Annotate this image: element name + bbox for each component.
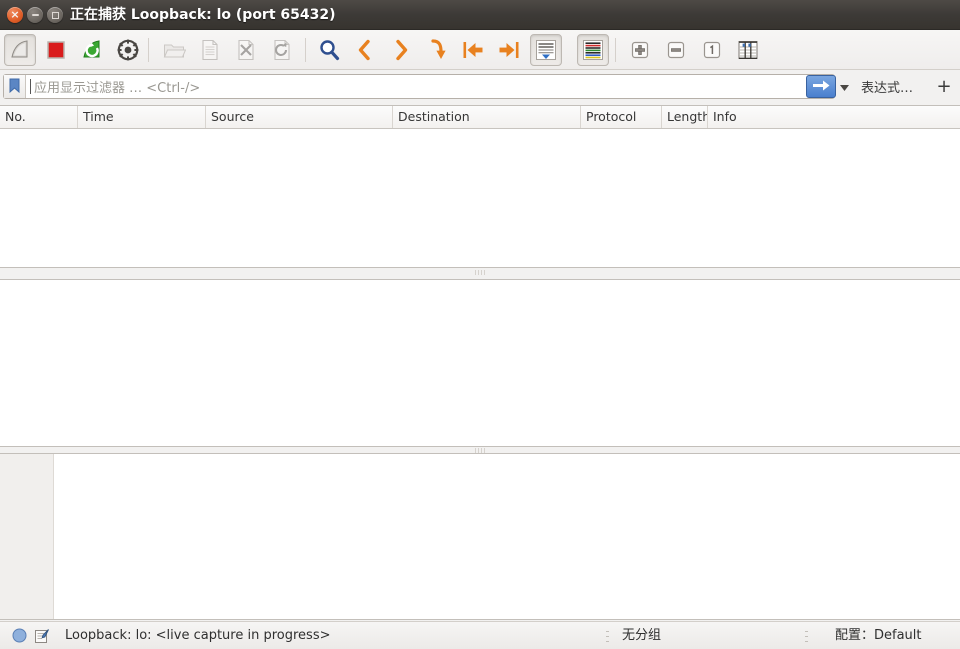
filter-bookmark-button[interactable] — [4, 75, 26, 98]
expert-info-circle-icon — [12, 628, 27, 646]
add-filter-button[interactable]: + — [932, 74, 956, 99]
zoom-in-icon — [628, 38, 652, 62]
restart-capture-button[interactable] — [76, 34, 108, 66]
minimize-icon — [32, 14, 39, 16]
shark-fin-icon — [8, 38, 32, 62]
go-to-first-packet-button[interactable] — [457, 34, 489, 66]
splitter-grip — [473, 270, 487, 275]
start-capture-button[interactable] — [4, 34, 36, 66]
filter-dropdown-button[interactable] — [836, 75, 853, 98]
filter-expression-button[interactable]: 表达式… — [855, 74, 919, 99]
close-icon: × — [10, 9, 19, 20]
go-to-last-packet-button[interactable] — [493, 34, 525, 66]
reload-file-button[interactable] — [266, 34, 298, 66]
zoom-in-button[interactable] — [624, 34, 656, 66]
go-forward-button[interactable] — [385, 34, 417, 66]
column-header-length[interactable]: Length — [662, 106, 708, 128]
auto-scroll-button[interactable] — [530, 34, 562, 66]
status-bar: Loopback: lo: <live capture in progress>… — [0, 621, 960, 649]
chevron-right-icon — [389, 38, 413, 62]
resize-columns-button[interactable] — [732, 34, 764, 66]
toolbar-separator-3 — [615, 38, 616, 62]
title-bar: × 正在捕获 Loopback: lo (port 65432) — [0, 0, 960, 30]
auto-scroll-icon — [534, 38, 558, 62]
zoom-reset-icon — [700, 38, 724, 62]
goto-packet-icon — [425, 38, 449, 62]
statusbar-grip-packets — [606, 631, 609, 642]
maximize-icon — [52, 12, 59, 19]
close-file-icon — [234, 38, 258, 62]
expert-info-button[interactable] — [12, 628, 27, 646]
resize-columns-icon — [736, 38, 760, 62]
capture-options-button[interactable] — [112, 34, 144, 66]
colorize-packets-button[interactable] — [577, 34, 609, 66]
go-back-button[interactable] — [349, 34, 381, 66]
last-packet-icon — [497, 38, 521, 62]
magnifier-icon — [317, 38, 341, 62]
apply-filter-button[interactable] — [806, 75, 836, 98]
save-file-icon — [198, 38, 222, 62]
filter-placeholder-text: 应用显示过滤器 … <Ctrl-/> — [31, 77, 834, 96]
packet-detail-pane[interactable] — [0, 279, 960, 447]
zoom-out-icon — [664, 38, 688, 62]
stop-square-icon — [44, 38, 68, 62]
column-header-destination[interactable]: Destination — [393, 106, 581, 128]
statusbar-grip-profile — [805, 631, 808, 642]
reload-icon — [270, 38, 294, 62]
first-packet-icon — [461, 38, 485, 62]
go-to-packet-button[interactable] — [421, 34, 453, 66]
zoom-reset-button[interactable] — [696, 34, 728, 66]
gear-icon — [116, 38, 140, 62]
minimize-window-button[interactable] — [27, 7, 43, 23]
bookmark-icon — [9, 78, 20, 96]
close-window-button[interactable]: × — [7, 7, 23, 23]
arrow-right-icon — [813, 80, 830, 94]
display-filter-input[interactable]: 应用显示过滤器 … <Ctrl-/> — [3, 74, 835, 99]
packet-count-text: 无分组 — [622, 622, 661, 649]
close-file-button[interactable] — [230, 34, 262, 66]
packet-list-detail-splitter[interactable] — [0, 269, 960, 275]
chevron-down-icon — [840, 80, 849, 94]
window-title: 正在捕获 Loopback: lo (port 65432) — [70, 0, 336, 30]
capture-status-text: Loopback: lo: <live capture in progress> — [65, 622, 330, 649]
capture-file-properties-icon — [34, 628, 50, 647]
column-header-info[interactable]: Info — [708, 106, 960, 128]
toolbar-separator-2 — [305, 38, 306, 62]
save-file-button[interactable] — [194, 34, 226, 66]
column-header-protocol[interactable]: Protocol — [581, 106, 662, 128]
main-toolbar — [0, 30, 960, 70]
find-packet-button[interactable] — [313, 34, 345, 66]
chevron-left-icon — [353, 38, 377, 62]
colorize-icon — [581, 38, 605, 62]
column-header-no[interactable]: No. — [0, 106, 78, 128]
profile-text[interactable]: 配置：Default — [835, 622, 922, 649]
packet-bytes-pane[interactable] — [0, 453, 960, 620]
packet-list-header: No. Time Source Destination Protocol Len… — [0, 106, 960, 129]
column-header-time[interactable]: Time — [78, 106, 206, 128]
maximize-window-button[interactable] — [47, 7, 63, 23]
splitter-grip — [473, 448, 487, 453]
packet-bytes-offset-gutter — [0, 454, 54, 619]
open-file-button[interactable] — [158, 34, 190, 66]
toolbar-separator-1 — [148, 38, 149, 62]
window-controls: × — [7, 7, 63, 23]
restart-capture-icon — [80, 38, 104, 62]
packet-list-pane[interactable]: No. Time Source Destination Protocol Len… — [0, 105, 960, 268]
zoom-out-button[interactable] — [660, 34, 692, 66]
stop-capture-button[interactable] — [40, 34, 72, 66]
display-filter-bar: 应用显示过滤器 … <Ctrl-/> 表达式… + — [0, 70, 960, 104]
column-header-source[interactable]: Source — [206, 106, 393, 128]
wireshark-window: × 正在捕获 Loopback: lo (port 65432) — [0, 0, 960, 649]
capture-file-properties-button[interactable] — [34, 628, 50, 647]
folder-open-icon — [162, 38, 186, 62]
